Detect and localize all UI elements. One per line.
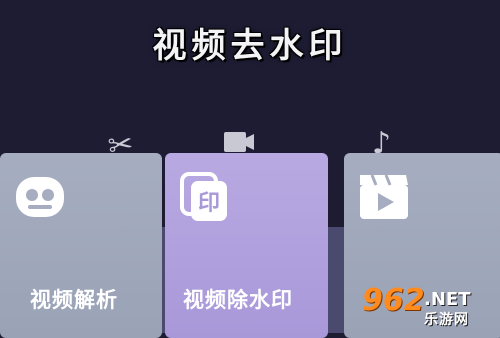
video-clapper-icon bbox=[360, 174, 408, 219]
site-watermark: 962 .NET 乐游网 bbox=[358, 283, 494, 328]
watermark-site-name: 乐游网 bbox=[424, 312, 469, 328]
remove-watermark-label: 视频除水印 bbox=[183, 288, 293, 312]
video-parse-label: 视频解析 bbox=[30, 288, 118, 312]
film-icon bbox=[224, 132, 254, 152]
video-parse-icon bbox=[16, 177, 64, 217]
watermark-number: 962 bbox=[362, 283, 425, 318]
page-title: 视频去水印 bbox=[152, 26, 348, 66]
remove-watermark-card[interactable]: 印 视频除水印 bbox=[165, 153, 328, 338]
watermark-suffix: .NET bbox=[424, 289, 471, 310]
video-parse-card[interactable]: 视频解析 bbox=[0, 153, 162, 338]
svg-text:印: 印 bbox=[198, 191, 220, 216]
remove-watermark-icon: 印 bbox=[180, 172, 227, 221]
